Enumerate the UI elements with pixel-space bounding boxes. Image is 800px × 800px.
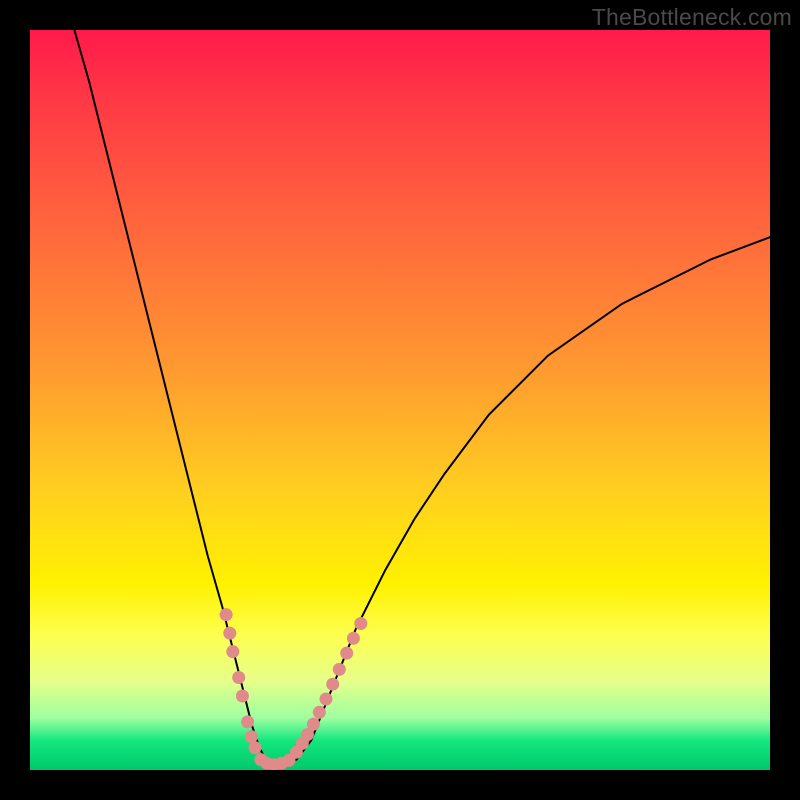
watermark-text: TheBottleneck.com xyxy=(592,4,792,31)
curve-marker xyxy=(333,663,346,676)
curve-marker xyxy=(340,647,353,660)
curve-marker xyxy=(307,718,320,731)
curve-marker xyxy=(354,617,367,630)
curve-marker xyxy=(226,645,239,658)
curve-marker xyxy=(245,730,258,743)
curve-markers xyxy=(220,608,368,770)
curve-marker xyxy=(320,693,333,706)
curve-marker xyxy=(326,678,339,691)
chart-frame: TheBottleneck.com xyxy=(0,0,800,800)
bottleneck-curve xyxy=(74,30,770,765)
curve-marker xyxy=(313,706,326,719)
curve-marker xyxy=(220,608,233,621)
plot-area xyxy=(30,30,770,770)
curve-overlay xyxy=(30,30,770,770)
curve-marker xyxy=(236,690,249,703)
curve-marker xyxy=(223,627,236,640)
curve-marker xyxy=(241,715,254,728)
curve-marker xyxy=(249,741,262,754)
curve-marker xyxy=(347,632,360,645)
curve-marker xyxy=(232,671,245,684)
